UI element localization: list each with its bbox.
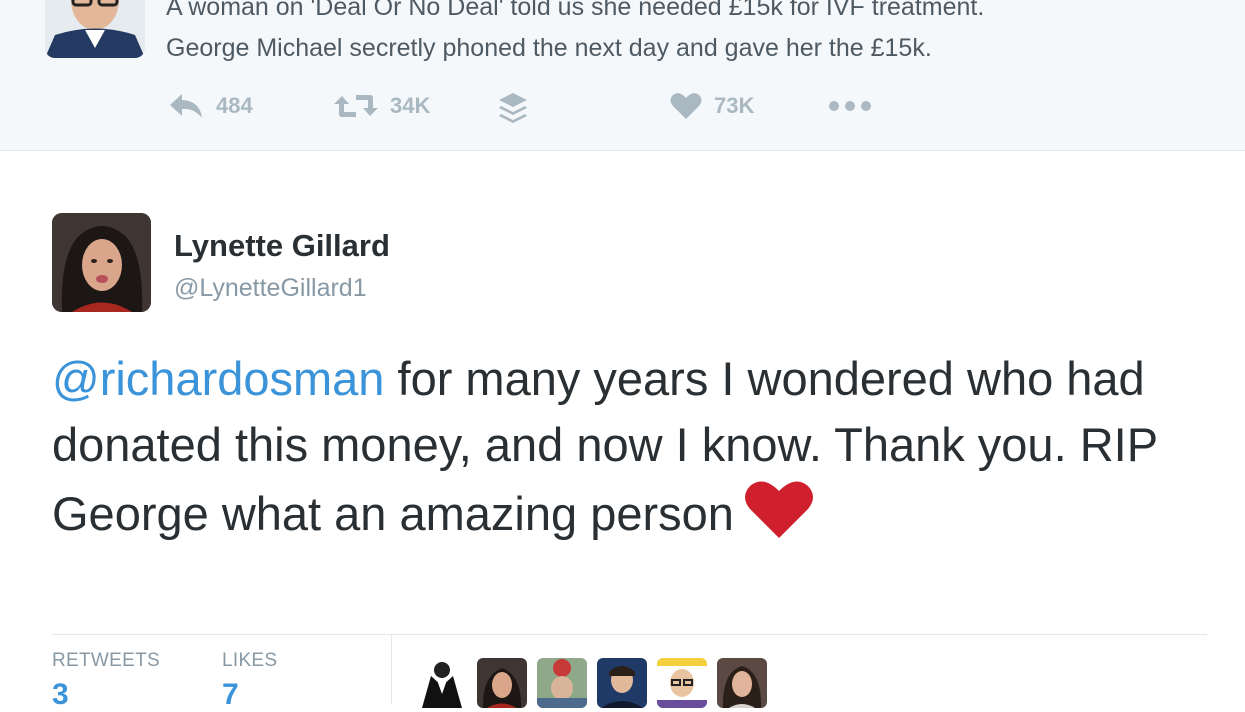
buffer-stack-icon [499, 93, 527, 123]
retweet-count: 34K [390, 93, 431, 118]
more-icon [829, 101, 871, 111]
author-handle[interactable]: @LynetteGillard1 [174, 274, 367, 303]
like-button[interactable]: 73K [670, 92, 754, 120]
quoted-tweet[interactable]: A woman on 'Deal Or No Deal' told us she… [0, 0, 1245, 151]
likes-value[interactable]: 7 [222, 678, 239, 712]
reply-count: 484 [216, 93, 253, 118]
retweets-label: RETWEETS [52, 650, 160, 671]
retweet-button[interactable]: 34K [334, 92, 430, 120]
quoted-author-avatar[interactable] [45, 0, 145, 58]
author-name[interactable]: Lynette Gillard [174, 228, 390, 264]
red-heart-emoji [744, 478, 814, 557]
stats-divider [52, 634, 1207, 635]
liker-avatar[interactable] [417, 658, 467, 708]
reply-button[interactable]: 484 [168, 92, 253, 120]
liker-avatar[interactable] [477, 658, 527, 708]
buffer-button[interactable] [498, 92, 528, 124]
quoted-tweet-text-line-1: A woman on 'Deal Or No Deal' told us she… [166, 0, 985, 21]
mention-link[interactable]: @richardosman [52, 352, 384, 405]
liker-avatar[interactable] [717, 658, 767, 708]
like-count: 73K [714, 93, 755, 118]
likes-label: LIKES [222, 650, 278, 671]
heart-icon [670, 93, 702, 119]
stats-vertical-divider [391, 634, 392, 704]
liker-avatar[interactable] [597, 658, 647, 708]
quoted-tweet-text-line-2: George Michael secretly phoned the next … [166, 34, 932, 62]
tweet-text: @richardosman for many years I wondered … [52, 346, 1212, 557]
author-avatar[interactable] [52, 213, 151, 312]
retweet-icon [334, 95, 378, 117]
reply-icon [170, 94, 202, 118]
retweets-value[interactable]: 3 [52, 678, 69, 712]
liker-avatar[interactable] [537, 658, 587, 708]
liker-avatar[interactable] [657, 658, 707, 708]
more-button[interactable] [828, 92, 872, 120]
